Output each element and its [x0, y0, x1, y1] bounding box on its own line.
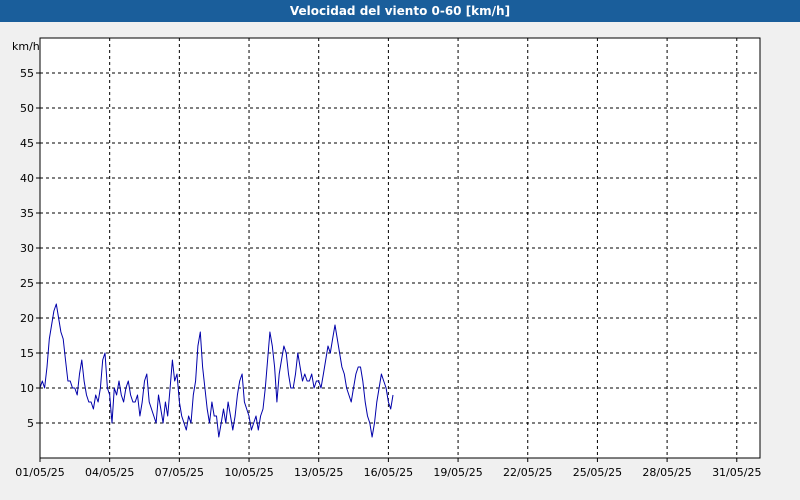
- y-tick-label: 20: [20, 312, 34, 325]
- x-tick-label: 25/05/25: [573, 466, 622, 479]
- y-tick-label: 35: [20, 207, 34, 220]
- x-tick-label: 16/05/25: [364, 466, 413, 479]
- y-tick-label: 25: [20, 277, 34, 290]
- x-tick-label: 22/05/25: [503, 466, 552, 479]
- x-tick-label: 31/05/25: [712, 466, 761, 479]
- x-tick-label: 01/05/25: [15, 466, 64, 479]
- x-tick-label: 07/05/25: [155, 466, 204, 479]
- y-tick-label: 5: [27, 417, 34, 430]
- x-tick-label: 10/05/25: [224, 466, 273, 479]
- y-axis-unit-label: km/h: [12, 40, 40, 53]
- y-tick-label: 10: [20, 382, 34, 395]
- chart-title: Velocidad del viento 0-60 [km/h]: [0, 0, 800, 22]
- x-tick-label: 28/05/25: [642, 466, 691, 479]
- x-tick-label: 19/05/25: [433, 466, 482, 479]
- y-tick-label: 50: [20, 102, 34, 115]
- y-tick-label: 55: [20, 67, 34, 80]
- y-tick-label: 45: [20, 137, 34, 150]
- chart-area: 5 10 15 20 25 30 35 40 45 50 55 01/05/25 04/05/25 07/…: [12, 37, 761, 479]
- x-tick-label: 04/05/25: [85, 466, 134, 479]
- x-tick-label: 13/05/25: [294, 466, 343, 479]
- y-tick-label: 40: [20, 172, 34, 185]
- y-tick-label: 30: [20, 242, 34, 255]
- y-tick-label: 15: [20, 347, 34, 360]
